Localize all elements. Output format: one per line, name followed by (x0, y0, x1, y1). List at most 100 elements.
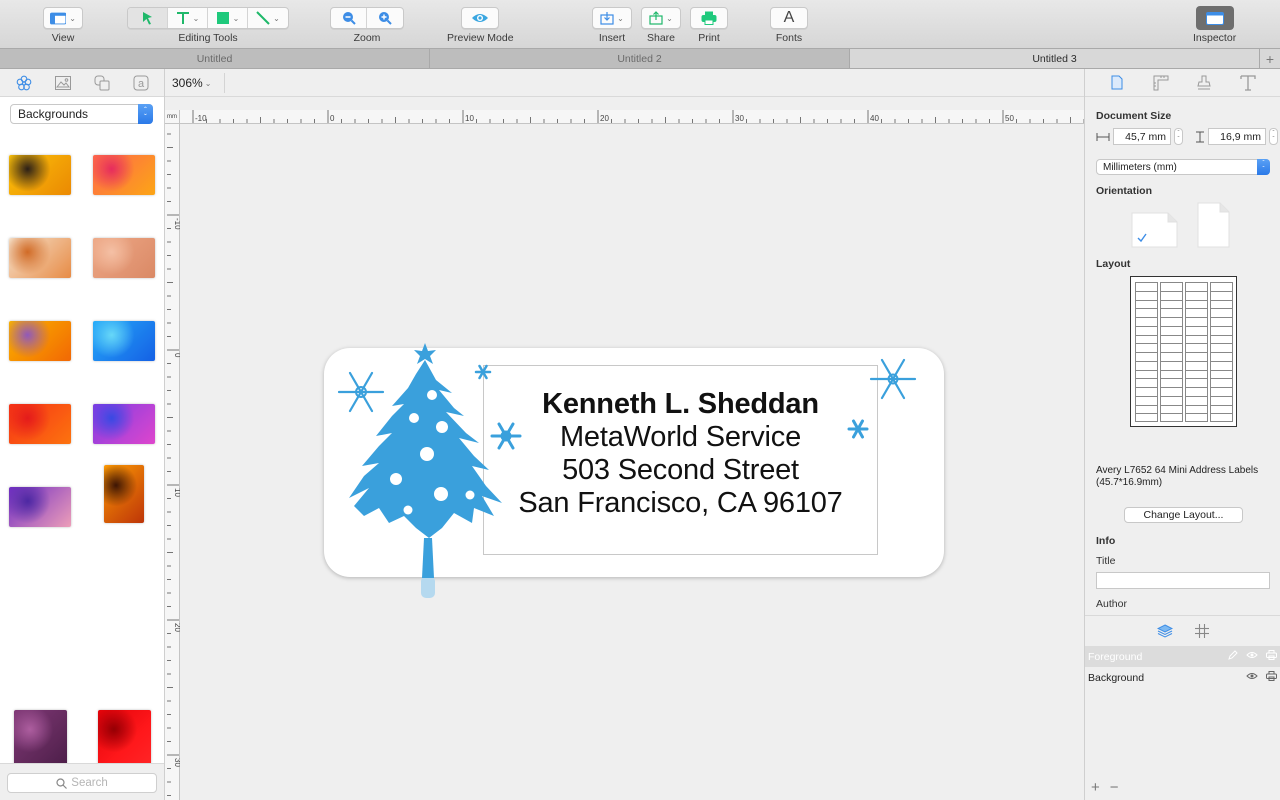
layout-preview[interactable] (1130, 276, 1237, 427)
width-field[interactable]: 45,7 mm (1113, 128, 1171, 145)
address-text[interactable]: Kenneth L. Sheddan MetaWorld Service 503… (483, 388, 878, 520)
background-thumbnail-purple-blue[interactable] (93, 404, 155, 444)
text-tool-button[interactable]: ⌄ (168, 8, 208, 28)
eye-icon[interactable] (1246, 672, 1258, 680)
ruler-unit: mm (165, 110, 180, 124)
vertical-ruler-ticks: -10 0 10 20 30 (167, 133, 182, 796)
background-thumbnail-purple-crosshatch[interactable] (14, 710, 67, 765)
orientation-landscape-button[interactable] (1131, 212, 1178, 248)
zoom-in-button[interactable] (367, 8, 403, 28)
zoom-in-icon (379, 12, 392, 25)
preview-mode-label: Preview Mode (447, 32, 514, 44)
layout-cell (1210, 334, 1233, 344)
ruler-label: 0 (173, 353, 180, 358)
view-button[interactable]: ⌄ (43, 7, 83, 29)
background-thumbnail-red-silk[interactable] (98, 710, 151, 765)
preview-mode-button[interactable] (461, 7, 500, 29)
layout-cell (1210, 343, 1233, 352)
background-thumbnail-yellow-purple-flame[interactable] (9, 321, 71, 361)
category-select[interactable]: Backgrounds ˆˇ (10, 104, 153, 124)
inspector-button[interactable] (1195, 6, 1234, 30)
fonts-button[interactable]: A (770, 7, 808, 29)
view-icon (50, 12, 67, 24)
change-layout-button[interactable]: Change Layout... (1124, 507, 1243, 523)
library-tab-shapes-copy[interactable] (90, 71, 114, 95)
layout-cell (1185, 352, 1208, 361)
line-tool-button[interactable]: ⌄ (248, 8, 288, 28)
units-select[interactable]: Millimeters (mm) ˆˇ (1096, 159, 1270, 175)
library-tab-shapes[interactable] (12, 71, 36, 95)
select-tool-button[interactable] (128, 8, 168, 28)
background-thumbnail-yellow-orange-stroke[interactable] (9, 155, 71, 195)
background-thumbnail-pink-orange-stripes[interactable] (93, 155, 155, 195)
add-layer-button[interactable]: + (1091, 779, 1100, 796)
orientation-portrait-button[interactable] (1197, 202, 1230, 248)
layout-cell (1160, 325, 1183, 335)
width-icon (1096, 132, 1110, 141)
canvas-zoom-bar: 306% ⌄ (165, 69, 1084, 97)
layout-cell (1160, 308, 1183, 317)
ruler-label: 20 (600, 114, 609, 123)
font-a-icon: A (783, 9, 795, 26)
eye-icon[interactable] (1246, 651, 1258, 659)
zoom-level-select[interactable]: 306% ⌄ (172, 76, 211, 90)
inspector-tab-stamp[interactable] (1192, 71, 1216, 95)
overlapping-squares-icon (94, 75, 109, 90)
remove-layer-button[interactable]: − (1110, 779, 1119, 796)
inspector-tab-ruler[interactable] (1149, 71, 1173, 95)
layout-cell (1210, 413, 1233, 422)
background-thumbnail-purple-floral[interactable] (9, 487, 71, 527)
printer-icon[interactable] (1266, 671, 1277, 681)
background-thumbnail-peach-wood[interactable] (93, 238, 155, 278)
height-stepper[interactable]: ˆˇ (1269, 128, 1278, 145)
background-thumbnail-blue-watercolor[interactable] (93, 321, 155, 361)
library-tab-text[interactable]: a (129, 71, 153, 95)
layer-panel-tabs (1085, 616, 1280, 646)
background-thumbnail-red-orange[interactable] (9, 404, 71, 444)
insert-button[interactable]: ⌄ (592, 7, 632, 29)
background-thumbnail-orange-speckle[interactable] (9, 238, 71, 278)
layout-cell (1160, 387, 1183, 396)
layout-cell (1135, 290, 1158, 300)
pencil-icon[interactable] (1228, 650, 1238, 660)
inspector-tab-document[interactable] (1105, 71, 1129, 95)
library-search-input[interactable]: Search (7, 773, 157, 793)
layer-background[interactable]: Background (1085, 667, 1280, 688)
tab-untitled[interactable]: Untitled (0, 49, 430, 68)
horizontal-ruler[interactable]: -10 0 10 20 30 40 50 (180, 110, 1085, 124)
zoom-level-value: 306% (172, 76, 203, 90)
tab-untitled-2[interactable]: Untitled 2 (430, 49, 850, 68)
library-tab-images[interactable] (51, 71, 75, 95)
tab-untitled-3[interactable]: Untitled 3 (850, 49, 1260, 68)
inspector-panel: Document Size 45,7 mm ˆˇ 16,9 mm ˆˇ Mill… (1084, 69, 1280, 800)
background-thumbnail-sunset-tree[interactable] (104, 465, 144, 523)
layout-cell (1185, 343, 1208, 352)
layout-cell (1135, 343, 1158, 352)
title-input[interactable] (1096, 572, 1270, 589)
flower-icon (16, 75, 31, 90)
inspector-tab-text[interactable] (1236, 71, 1260, 95)
layout-cell (1185, 325, 1208, 335)
share-button[interactable]: ⌄ (641, 7, 681, 29)
library-sidebar: a Backgrounds ˆˇ Search (0, 69, 165, 800)
text-a-icon: a (133, 75, 148, 90)
layout-cell (1210, 299, 1233, 309)
zoom-out-button[interactable] (331, 8, 367, 28)
height-field[interactable]: 16,9 mm (1208, 128, 1266, 145)
add-tab-button[interactable]: + (1260, 49, 1280, 68)
width-stepper[interactable]: ˆˇ (1174, 128, 1183, 145)
layout-cell (1185, 413, 1208, 422)
layout-cell (1210, 325, 1233, 335)
layout-cell (1135, 299, 1158, 309)
grid-icon[interactable] (1195, 624, 1209, 638)
shape-tool-button[interactable]: ⌄ (208, 8, 248, 28)
layout-cell (1135, 317, 1158, 326)
layer-name: Foreground (1088, 650, 1143, 663)
printer-icon[interactable] (1266, 650, 1277, 660)
layout-cell (1185, 378, 1208, 387)
orientation-title: Orientation (1096, 185, 1153, 197)
layer-foreground[interactable]: Foreground (1085, 646, 1280, 667)
layers-icon[interactable] (1157, 624, 1173, 638)
print-button[interactable] (690, 7, 728, 29)
vertical-ruler[interactable]: -10 0 10 20 30 (165, 124, 182, 800)
